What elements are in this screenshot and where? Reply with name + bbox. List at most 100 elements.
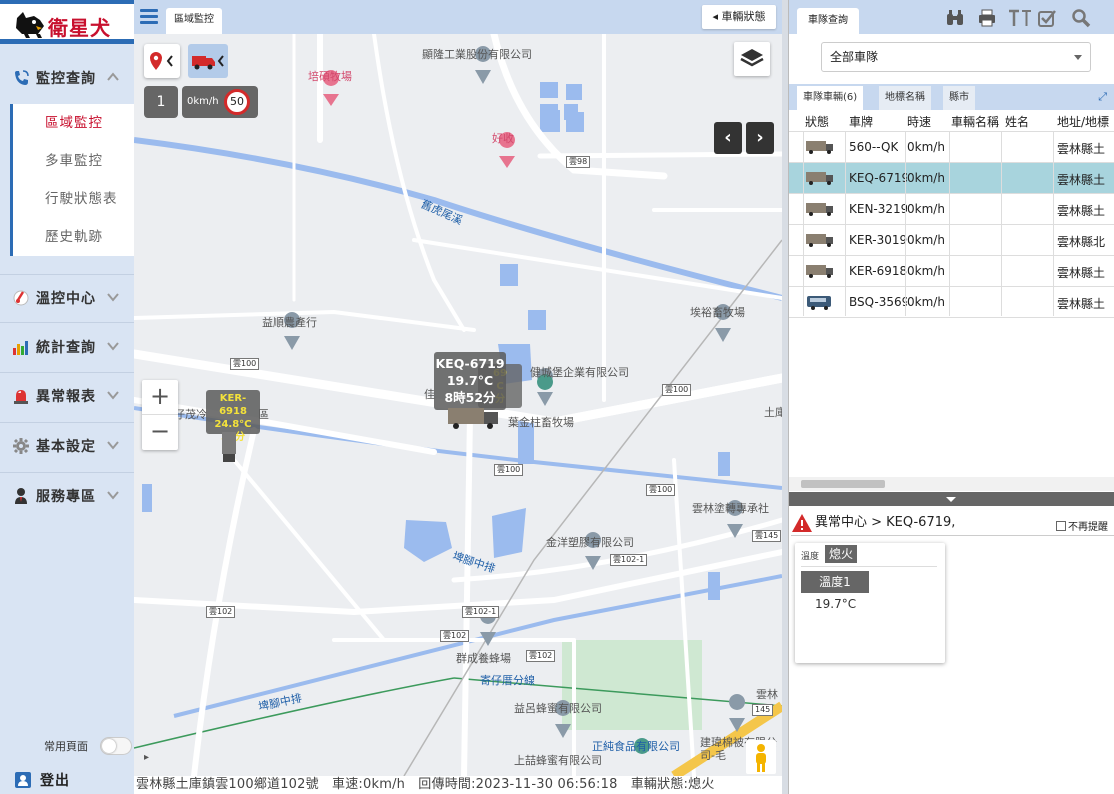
tab-fleet-vehicles[interactable]: 車隊車輛(6) [797,86,864,110]
printer-icon[interactable] [977,8,997,28]
temperature-header: 溫度1 [801,571,869,593]
menu-monitor-query[interactable]: 監控查詢 [0,58,134,98]
table-row[interactable]: KEN-3219 0km/h 雲林縣土 [789,194,1114,225]
table-row[interactable]: KER-3019 0km/h 雲林縣北 [789,225,1114,256]
cell-speed: 0km/h [907,171,945,185]
chevron-down-icon [107,391,119,400]
zoom-in-button[interactable]: + [142,380,178,415]
vehicle-status-button[interactable]: ◂ 車輛狀態 [702,5,776,29]
previous-arrow-button[interactable]: ‹ [714,122,742,154]
map-label: 好收 [492,132,514,145]
bar-chart-icon [12,338,30,356]
status-bar: 雲林縣土庫鎮雲100鄉道102號 車速:0km/h 回傳時間:2023-11-3… [134,776,782,794]
map-area[interactable]: 區域監控 ◂ 車輛狀態 顯隆工業股份有限公司 培碩牧場 好收 舊虎尾溪 益順農產… [134,0,782,776]
logo-text: 衛星犬 [48,16,111,40]
table-row[interactable]: 560--QK 0km/h 雲林縣土 [789,132,1114,163]
map-label: 培碩牧場 [308,70,352,83]
submenu-item-multi-vehicle[interactable]: 多車監控 [13,142,134,180]
road-shield: 雲100 [230,358,260,370]
column-header[interactable]: 狀態 [805,113,829,130]
map-label: 仔茂冷 [174,408,207,421]
logout-button[interactable]: 登出 [14,770,70,790]
tab-fleet-query[interactable]: 車隊查詢 [797,8,859,34]
cell-plate: KEN-3219 [849,202,907,216]
menu-label: 異常報表 [36,389,96,405]
expand-icon[interactable]: ⤢ [1098,90,1107,104]
binoculars-icon[interactable] [945,8,965,28]
user-icon [12,487,30,505]
menu-abnormal-report[interactable]: 異常報表 [0,376,134,416]
column-header[interactable]: 車牌 [849,113,873,130]
cell-address: 雲林縣土 [1057,266,1106,280]
favorite-toggle[interactable] [100,737,132,755]
next-arrow-button[interactable]: › [746,122,774,154]
divider [0,472,134,473]
expand-arrow-icon[interactable]: ▸ [144,752,149,763]
menu-statistics[interactable]: 統計查詢 [0,327,134,367]
fleet-select[interactable]: 全部車隊 [821,42,1091,72]
no-remind-checkbox[interactable]: 不再提醒 [1056,518,1108,533]
tab-area-monitor[interactable]: 區域監控 [166,8,222,34]
checkbox-icon[interactable] [1037,8,1057,28]
cell-address: 雲林縣土 [1057,173,1106,187]
map-pin-icon [150,52,173,70]
tab-county[interactable]: 縣市 [943,86,975,110]
road-shield: 雲102 [440,630,470,642]
gear-icon [12,437,30,455]
table-row[interactable]: KER-6918 0km/h 雲林縣土 [789,256,1114,287]
menu-label: 服務專區 [36,489,96,505]
vehicle-toggle[interactable] [188,44,228,78]
cell-plate: 560--QK [849,140,899,154]
layers-icon [740,49,764,67]
column-header[interactable]: 車輛名稱 [951,113,999,130]
no-remind-label: 不再提醒 [1068,522,1108,533]
cell-speed: 0km/h [907,202,945,216]
truck-marker-icon[interactable] [218,430,240,464]
chevron-down-icon [1074,55,1082,60]
map-layers-button[interactable] [734,42,770,76]
truck-status-icon [806,234,833,247]
fleet-select-value: 全部車隊 [830,50,879,64]
submenu-item-area-monitor[interactable]: 區域監控 [13,104,134,142]
logo[interactable]: 衛星犬 [0,0,134,44]
menu-temperature-center[interactable]: 溫控中心 [0,278,134,318]
column-header[interactable]: 時速 [907,113,931,130]
cell-address: 雲林縣土 [1057,204,1106,218]
tab-landmark-name[interactable]: 地標名稱 [879,86,931,110]
list-tabs: 車隊車輛(6) 地標名稱 縣市 ⤢ [789,84,1114,110]
chevron-down-icon [107,441,119,450]
alarm-panel-toggle[interactable] [789,492,1114,506]
horizontal-scrollbar[interactable] [789,477,1114,491]
zoom-out-button[interactable]: − [142,415,178,450]
truck-marker-icon[interactable] [446,404,502,430]
table-row[interactable]: BSQ-3569 0km/h 雲林縣土 [789,287,1114,318]
table-row-selected[interactable]: KEQ-6719 0km/h 雲林縣土 [789,163,1114,194]
road-shield: 雲145 [752,530,782,542]
chevron-down-icon [107,342,119,351]
truck-status-icon [806,172,833,185]
cell-speed: 0km/h [907,233,945,247]
street-view-pegman-icon[interactable] [746,740,776,774]
text-size-icon[interactable] [1007,8,1033,28]
map-label: 雲林塗轉專承社 [692,502,769,515]
red-truck-icon [192,55,224,70]
menu-label: 溫控中心 [36,291,96,307]
popup-plate: KEQ-6719 [435,356,505,371]
truck-status-icon [806,141,833,154]
search-icon[interactable] [1071,8,1091,28]
menu-basic-settings[interactable]: 基本設定 [0,426,134,466]
menu-service-area[interactable]: 服務專區 [0,476,134,516]
chevron-down-icon [107,293,119,302]
column-header[interactable]: 地址/地標 [1057,113,1109,130]
submenu-item-history-track[interactable]: 歷史軌跡 [13,218,134,256]
hamburger-menu-icon[interactable] [140,9,158,25]
vehicle-popup-KER-6918[interactable]: KER-6918 24.8°C 55分 [206,390,260,443]
column-header[interactable]: 姓名 [1005,113,1029,130]
vehicle-popup-KEQ-6719[interactable]: KEQ-6719 19.7°C 8時52分 [434,352,506,410]
alarm-title-text: 異常中心 > KEQ-6719, [815,514,956,530]
popup-plate: KER-6918 [219,393,247,417]
submenu: 區域監控 多車監控 行駛狀態表 歷史軌跡 [10,104,134,256]
location-pin-toggle[interactable] [144,44,180,78]
submenu-item-driving-status[interactable]: 行駛狀態表 [13,180,134,218]
vehicle-table-header: 狀態 車牌 時速 車輛名稱 姓名 地址/地標 [789,110,1114,132]
